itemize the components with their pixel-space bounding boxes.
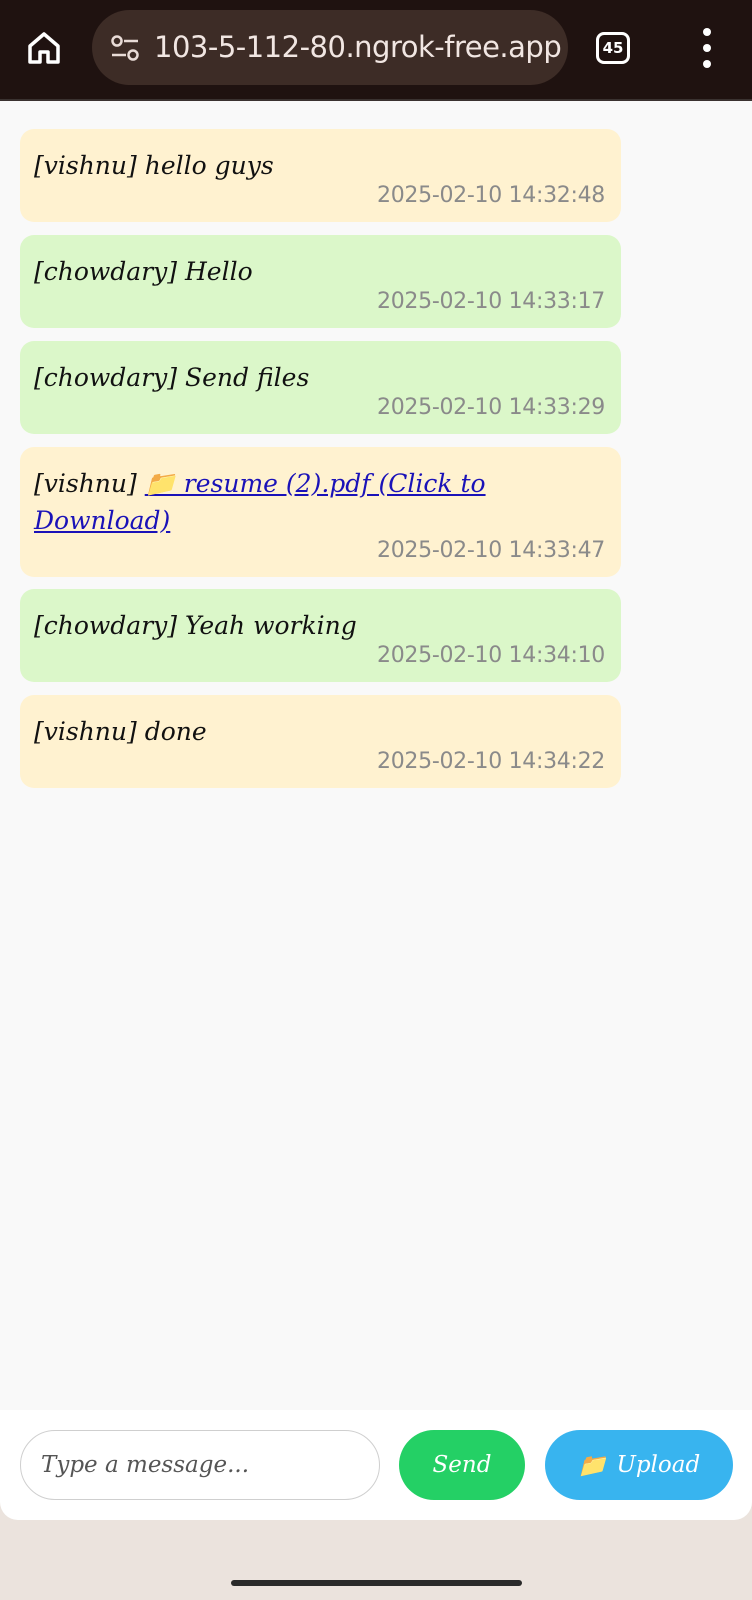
site-settings-icon[interactable]: [110, 34, 140, 62]
message-timestamp: 2025-02-10 14:32:48: [377, 183, 605, 208]
message-bubble: [chowdary] Hello 2025-02-10 14:33:17: [20, 235, 621, 328]
address-bar[interactable]: 103-5-112-80.ngrok-free.app: [92, 10, 568, 85]
message-text: [chowdary] Yeah working: [34, 611, 357, 640]
folder-icon: 📁: [577, 1452, 607, 1479]
message-timestamp: 2025-02-10 14:33:47: [377, 538, 605, 563]
gesture-home-bar[interactable]: [231, 1580, 522, 1586]
message-bubble: [chowdary] Send files 2025-02-10 14:33:2…: [20, 341, 621, 434]
message-bubble: [vishnu] 📁 resume (2).pdf (Click to Down…: [20, 447, 621, 577]
more-options-icon[interactable]: [690, 28, 724, 68]
send-button[interactable]: Send: [399, 1430, 525, 1500]
message-timestamp: 2025-02-10 14:34:10: [377, 643, 605, 668]
message-text: [vishnu] 📁 resume (2).pdf (Click to Down…: [34, 469, 486, 535]
message-bubble: [chowdary] Yeah working 2025-02-10 14:34…: [20, 589, 621, 682]
upload-label: Upload: [616, 1452, 701, 1478]
message-text: [vishnu] done: [34, 717, 207, 746]
home-icon[interactable]: [22, 26, 66, 70]
message-composer: Send 📁 Upload: [0, 1410, 752, 1520]
message-bubble: [vishnu] hello guys 2025-02-10 14:32:48: [20, 129, 621, 222]
message-timestamp: 2025-02-10 14:34:22: [377, 749, 605, 774]
message-timestamp: 2025-02-10 14:33:29: [377, 395, 605, 420]
message-bubble: [vishnu] done 2025-02-10 14:34:22: [20, 695, 621, 788]
upload-button[interactable]: 📁 Upload: [545, 1430, 733, 1500]
tab-switcher-button[interactable]: 45: [596, 32, 630, 64]
url-text[interactable]: 103-5-112-80.ngrok-free.app: [154, 10, 562, 85]
message-input[interactable]: [20, 1430, 380, 1500]
message-text: [vishnu] hello guys: [34, 151, 274, 180]
message-text: [chowdary] Send files: [34, 363, 310, 392]
message-timestamp: 2025-02-10 14:33:17: [377, 289, 605, 314]
browser-toolbar: 103-5-112-80.ngrok-free.app 45: [0, 0, 752, 101]
message-text: [chowdary] Hello: [34, 257, 253, 286]
